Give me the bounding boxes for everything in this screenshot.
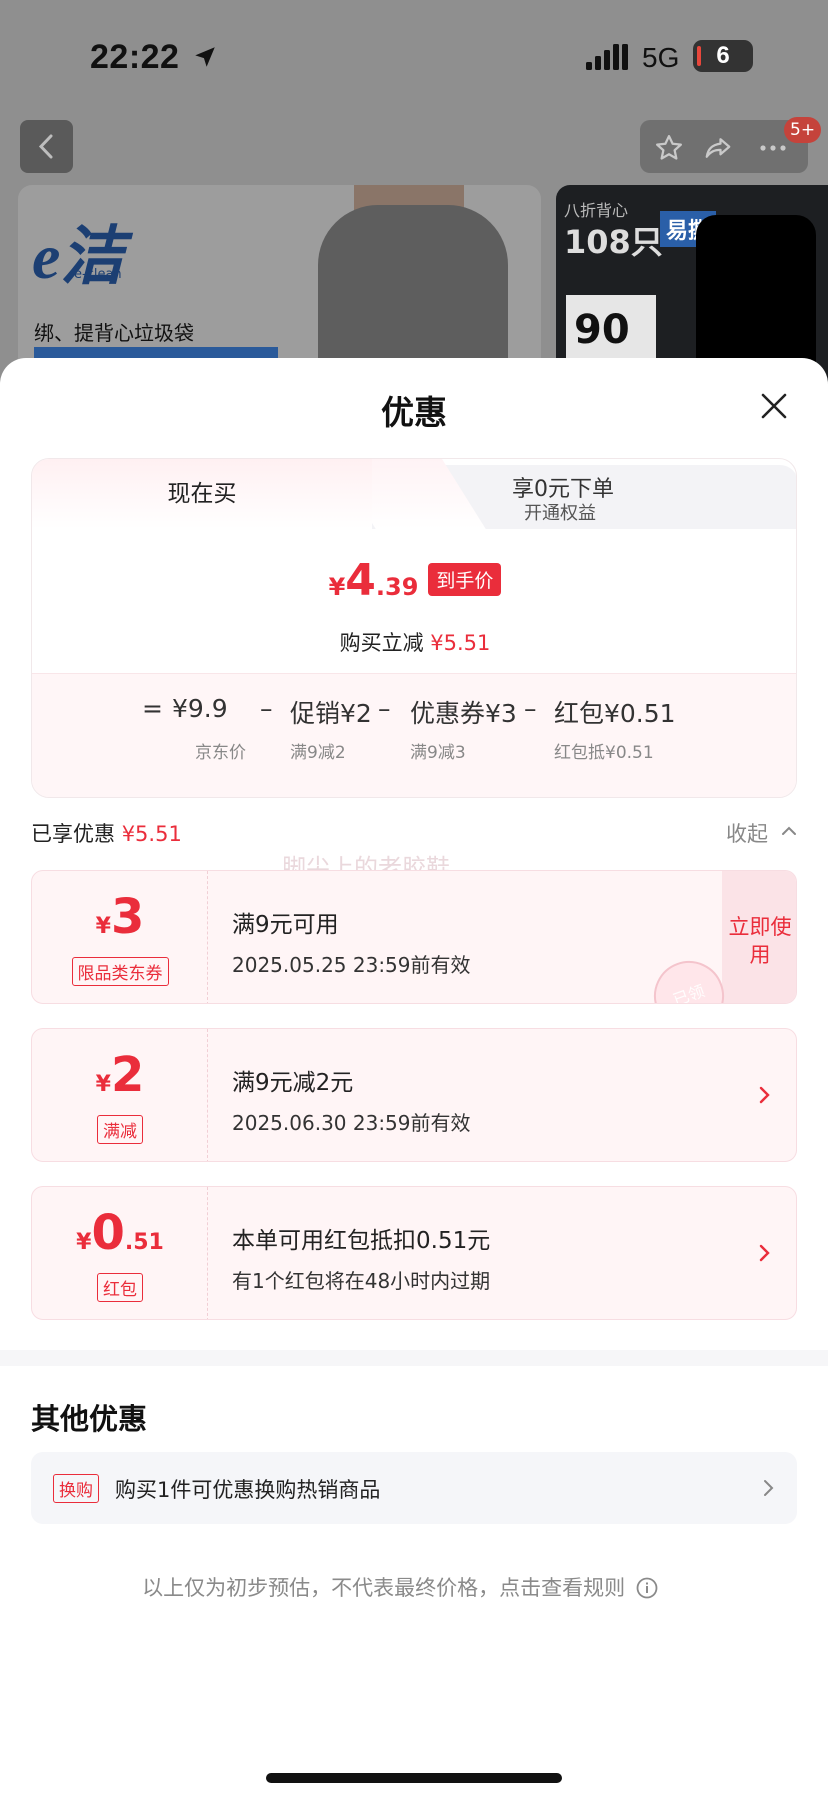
claimed-stamp: 已领 [644,951,734,1003]
coupon-tag-text: 限品类东券 [71,957,169,986]
rules-footnote[interactable]: 以上仅为初步预估，不代表最终价格，点击查看规则 [0,1572,800,1602]
brand-logo-sub: e-clean [74,267,122,282]
formula-minus-1: – [260,694,273,723]
formula-redpacket-label: 红包抵¥0.51 [554,743,654,763]
coupon-amount-area: ¥2 满减 [32,1029,208,1161]
formula-jd-price-label: 京东价 [195,743,246,763]
other-discount-title: 其他优惠 [31,1402,148,1436]
coupon-yen: ¥ [76,1230,92,1255]
banner-line-2: 108只 [564,223,663,261]
banner-size: 90 [574,307,630,353]
coupon-desc: 有1个红包将在48小时内过期 [232,1269,491,1293]
close-icon[interactable] [758,390,790,422]
section-divider [0,1350,828,1366]
coupon-tag-text: 红包 [97,1273,143,1302]
formula-promo-label: 满9减2 [290,743,346,763]
enjoyed-label: 已享优惠 [31,822,115,846]
final-price-yen: ¥ [328,573,346,601]
tab-zero-order-sub: 开通权益 [524,503,596,524]
chevron-up-icon[interactable] [780,822,798,840]
top-toolbar [640,120,808,173]
coupon-decimal: .51 [124,1230,164,1255]
coupon-card[interactable]: ¥3 限品类东券 满9元可用 2025.05.25 23:59前有效 立即使用 … [31,870,797,1004]
back-button[interactable] [20,120,73,173]
coupon-title: 满9元可用 [232,912,339,938]
coupon-integer: 3 [110,889,145,945]
coupon-card[interactable]: ¥0.51 红包 本单可用红包抵扣0.51元 有1个红包将在48小时内过期 [31,1186,797,1320]
coupon-integer: 0 [91,1205,125,1261]
trade-up-text: 购买1件可优惠换购热销商品 [115,1478,381,1502]
coupon-title: 本单可用红包抵扣0.51元 [232,1228,491,1254]
coupon-amount: ¥3 [32,889,208,945]
final-price-decimal: .39 [375,573,419,601]
formula-jd-price: ¥9.9 [172,694,228,723]
sheet-title: 优惠 [381,393,447,432]
formula-minus-2: – [378,694,391,723]
brand-logo: e洁 [32,221,125,292]
use-now-button[interactable]: 立即使用 [722,871,796,1003]
coupon-amount-area: ¥0.51 红包 [32,1187,208,1319]
reduce-label: 购买立减 [339,631,424,655]
coupon-tag: 限品类东券 [32,957,208,986]
back-chevron-icon [38,134,53,159]
formula-promo: 促销¥2 [290,699,372,728]
discount-sheet: 优惠 享0元下单 开通权益 现在买 ¥4.39 到手价 购买立减 ¥5.51 = … [0,358,828,1795]
coupon-desc: 2025.05.25 23:59前有效 [232,953,471,977]
product-title: 绑、提背心垃圾袋 [34,321,194,345]
coupon-tag: 满减 [32,1115,208,1144]
footnote-text: 以上仅为初步预估，不代表最终价格，点击查看规则 [142,1576,626,1600]
product-banner-image-2: 八折背心 108只 易撕 90 [556,185,828,385]
price-card: 享0元下单 开通权益 现在买 ¥4.39 到手价 购买立减 ¥5.51 = ¥9.… [31,458,797,798]
formula-coupon: 优惠券¥3 [410,699,517,728]
star-icon[interactable] [654,133,684,163]
coupon-tag: 红包 [32,1273,208,1302]
status-time: 22:22 [90,38,180,76]
more-icon[interactable] [756,133,790,163]
coupon-yen: ¥ [95,914,111,939]
status-bar: 22:22 5G 6 [0,34,828,82]
enjoyed-amount: ¥5.51 [121,822,182,846]
coupon-tag-text: 满减 [97,1115,143,1144]
tab-buy-now[interactable]: 现在买 [32,459,372,529]
signal-icon [586,44,628,70]
coupon-amount: ¥0.51 [32,1205,208,1261]
enjoyed-discount: 已享优惠 ¥5.51 [31,818,182,848]
formula-minus-3: – [524,694,537,723]
network-type: 5G [642,42,680,73]
share-icon[interactable] [702,133,734,163]
collapse-button[interactable]: 收起 [726,818,768,848]
coupon-integer: 2 [110,1047,145,1103]
coupon-yen: ¥ [95,1072,111,1097]
reduce-line: 购买立减 ¥5.51 [32,627,796,657]
final-price-integer: 4 [345,555,376,606]
coupon-amount: ¥2 [32,1047,208,1103]
coupon-card[interactable]: ¥2 满减 满9元减2元 2025.06.30 23:59前有效 [31,1028,797,1162]
battery-indicator: 6 [693,40,753,72]
formula-equals: = [142,694,163,723]
chevron-right-icon[interactable] [756,1243,772,1263]
trade-up-row[interactable]: 换购 购买1件可优惠换购热销商品 [31,1452,797,1524]
formula-redpacket: 红包¥0.51 [554,699,676,728]
chevron-right-icon[interactable] [756,1085,772,1105]
coupon-amount-area: ¥3 限品类东券 [32,871,208,1003]
home-indicator[interactable] [266,1773,562,1783]
notification-badge: 5+ [784,117,822,143]
info-icon[interactable] [636,1577,658,1599]
reduce-amount: ¥5.51 [430,631,491,655]
background-page: 22:22 5G 6 5+ e洁 e-clean 绑、提背心垃圾袋 八折背心 1… [0,0,828,400]
product-banner-image: e洁 e-clean 绑、提背心垃圾袋 [18,185,541,385]
location-arrow-icon [195,47,215,67]
final-price-tag: 到手价 [428,563,502,596]
final-price: ¥4.39 到手价 [32,555,796,606]
formula-coupon-label: 满9减3 [410,743,466,763]
trade-up-tag: 换购 [53,1474,99,1503]
price-formula: = ¥9.9 京东价 – 促销¥2 满9减2 – 优惠券¥3 满9减3 – 红包… [32,673,796,797]
coupon-title: 满9元减2元 [232,1070,354,1096]
coupon-desc: 2025.06.30 23:59前有效 [232,1111,471,1135]
chevron-right-icon[interactable] [761,1478,775,1498]
